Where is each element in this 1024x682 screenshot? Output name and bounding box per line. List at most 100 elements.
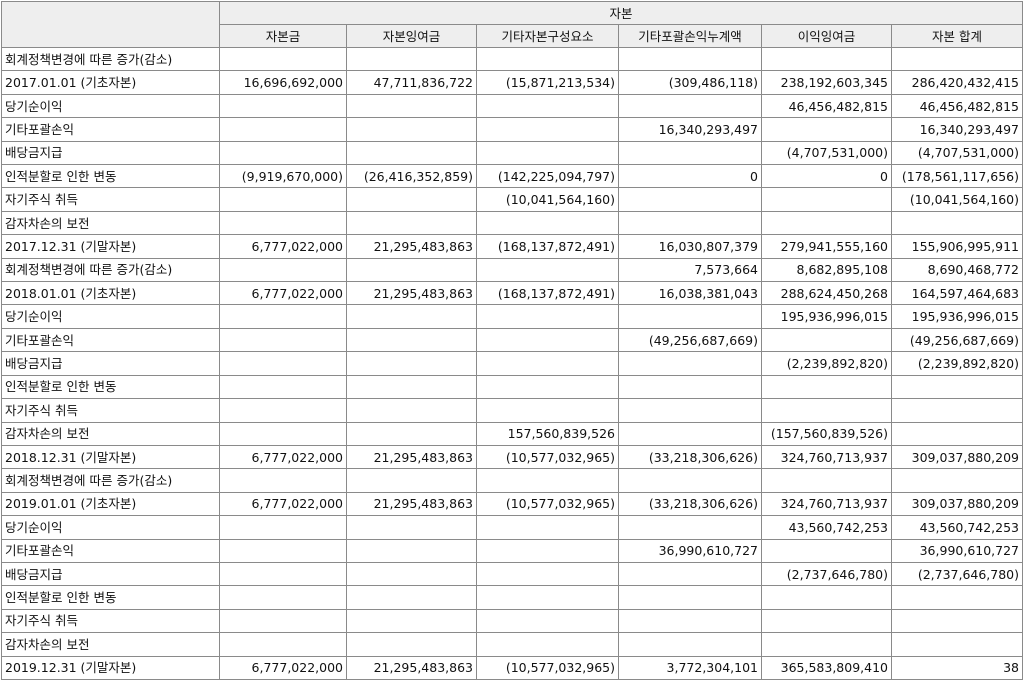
value-cell: 324,760,713,937 [761, 491, 892, 517]
value-cell [618, 46, 762, 72]
value-cell: 0 [761, 164, 892, 189]
column-header: 자본금 [219, 24, 347, 48]
value-cell [476, 515, 619, 540]
value-cell [890, 46, 1024, 72]
column-header: 기타포괄손익누계액 [618, 24, 762, 48]
value-cell [219, 117, 347, 142]
column-header: 자본 합계 [890, 24, 1024, 48]
value-cell [476, 632, 619, 657]
value-cell [761, 468, 892, 493]
value-cell: 8,690,468,772 [890, 257, 1024, 283]
value-cell: 238,192,603,345 [761, 70, 892, 95]
value-cell [618, 585, 762, 610]
value-cell [476, 304, 619, 329]
value-cell [890, 421, 1024, 446]
value-cell [761, 538, 892, 563]
value-cell: 16,038,381,043 [618, 281, 762, 306]
row-label: 감자차손의 보전 [1, 210, 220, 236]
value-cell [476, 93, 619, 119]
table-row: 감자차손의 보전 157,560,839,526 (157,560,839,526) [1, 421, 1024, 446]
row-label: 배당금지급 [1, 140, 220, 166]
value-cell: 309,037,880,209 [890, 444, 1024, 470]
value-cell [476, 140, 619, 166]
value-cell [618, 632, 762, 657]
value-cell: 6,777,022,000 [219, 444, 347, 470]
value-cell [219, 93, 347, 119]
value-cell: (4,707,531,000) [761, 140, 892, 166]
row-label: 인적분할로 인한 변동 [1, 585, 220, 610]
table-row: 감자차손의 보전 [1, 210, 1024, 236]
value-cell: 46,456,482,815 [761, 93, 892, 119]
value-cell [890, 468, 1024, 493]
table-row: 당기순이익 195,936,996,015 195,936,996,015 [1, 304, 1024, 329]
row-label: 기타포괄손익 [1, 538, 220, 563]
value-cell: 157,560,839,526 [476, 421, 619, 446]
value-cell [618, 515, 762, 540]
corner-header-cell [1, 1, 220, 48]
row-label: 당기순이익 [1, 515, 220, 540]
value-cell: 309,037,880,209 [890, 491, 1024, 517]
value-cell [346, 585, 477, 610]
value-cell [219, 561, 347, 587]
value-cell [890, 585, 1024, 610]
value-cell [476, 561, 619, 587]
row-label: 감자차손의 보전 [1, 632, 220, 657]
value-cell: (10,041,564,160) [476, 187, 619, 212]
table-row: 2018.01.01 (기초자본) 6,777,022,000 21,295,483… [1, 281, 1024, 306]
table-row: 배당금지급 (2,239,892,820) (2,239,892,820) [1, 351, 1024, 376]
value-cell: (10,577,032,965) [476, 655, 619, 681]
value-cell [476, 374, 619, 400]
value-cell [219, 351, 347, 376]
value-cell [618, 187, 762, 212]
table-row: 회계정책변경에 따른 증가(감소) 7,573,664 8,682,895,108 8… [1, 257, 1024, 283]
value-cell [346, 210, 477, 236]
value-cell [346, 538, 477, 563]
value-cell: (157,560,839,526) [761, 421, 892, 446]
value-cell: 43,560,742,253 [890, 515, 1024, 540]
value-cell: 21,295,483,863 [346, 281, 477, 306]
value-cell [761, 46, 892, 72]
value-cell: 21,295,483,863 [346, 444, 477, 470]
value-cell: (2,239,892,820) [761, 351, 892, 376]
value-cell [890, 398, 1024, 423]
value-cell [761, 210, 892, 236]
row-label: 2018.12.31 (기말자본) [1, 444, 220, 470]
value-cell: 288,624,450,268 [761, 281, 892, 306]
value-cell [346, 561, 477, 587]
table-row: 인적분할로 인한 변동 (9,919,670,000) (26,416,352,85… [1, 164, 1024, 189]
value-cell: 43,560,742,253 [761, 515, 892, 540]
value-cell [346, 93, 477, 119]
value-cell: 47,711,836,722 [346, 70, 477, 95]
value-cell: 6,777,022,000 [219, 491, 347, 517]
value-cell [618, 374, 762, 400]
group-header-row: 자본 [1, 1, 1024, 48]
value-cell [219, 515, 347, 540]
value-cell: (178,561,117,656) [890, 164, 1024, 189]
value-cell: 7,573,664 [618, 257, 762, 283]
value-cell: 36,990,610,727 [618, 538, 762, 563]
value-cell [618, 608, 762, 634]
value-cell: (2,239,892,820) [890, 351, 1024, 376]
value-cell: 0 [618, 164, 762, 189]
value-cell [346, 257, 477, 283]
row-label: 기타포괄손익 [1, 327, 220, 353]
value-cell [219, 257, 347, 283]
row-label: 인적분할로 인한 변동 [1, 164, 220, 189]
row-label: 2019.01.01 (기초자본) [1, 491, 220, 517]
row-label: 2017.01.01 (기초자본) [1, 70, 220, 95]
value-cell: (2,737,646,780) [761, 561, 892, 587]
row-label: 자기주식 취득 [1, 187, 220, 212]
value-cell [346, 468, 477, 493]
value-cell [219, 140, 347, 166]
row-label: 자기주식 취득 [1, 398, 220, 423]
row-label: 인적분할로 인한 변동 [1, 374, 220, 400]
value-cell [219, 468, 347, 493]
table-row: 2018.12.31 (기말자본) 6,777,022,000 21,295,483… [1, 444, 1024, 470]
value-cell [476, 398, 619, 423]
table-row: 감자차손의 보전 [1, 632, 1024, 657]
value-cell [219, 327, 347, 353]
value-cell [219, 374, 347, 400]
table-row: 인적분할로 인한 변동 [1, 585, 1024, 610]
row-label: 배당금지급 [1, 351, 220, 376]
value-cell: 324,760,713,937 [761, 444, 892, 470]
